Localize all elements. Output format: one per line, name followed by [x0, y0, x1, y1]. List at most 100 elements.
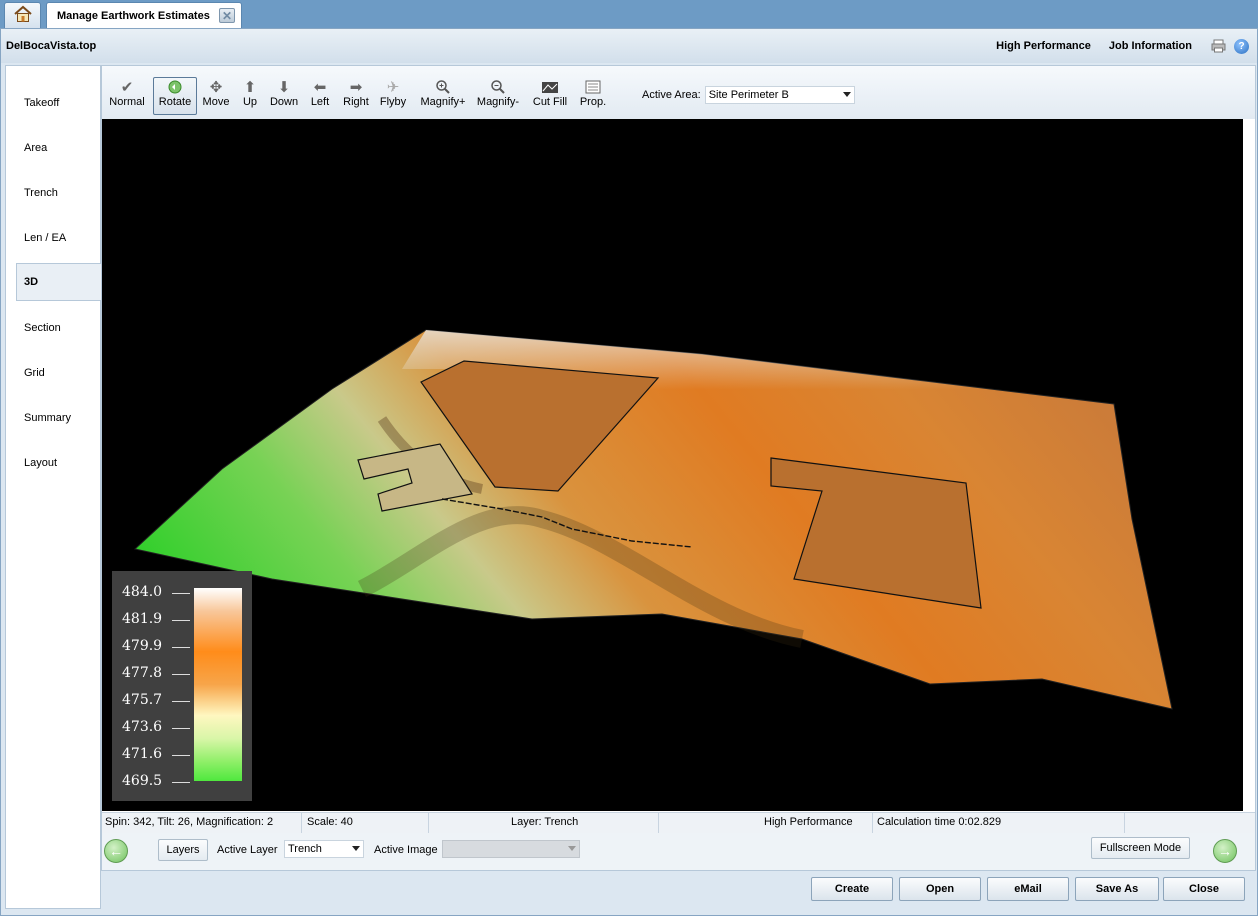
active-layer-label: Active Layer: [217, 844, 278, 856]
zoom-out-icon: [490, 78, 506, 96]
tool-down[interactable]: ⬇ Down: [266, 78, 302, 116]
layer-controls: ← Layers Active Layer Trench Active Imag…: [102, 833, 1255, 870]
sidebar-item-layout[interactable]: Layout: [6, 444, 102, 482]
sidebar-item-summary[interactable]: Summary: [6, 399, 102, 437]
legend-label: 469.5: [122, 773, 163, 789]
legend-tick: [172, 701, 190, 702]
active-layer-select[interactable]: Trench: [284, 840, 364, 858]
legend-tick: [172, 755, 190, 756]
legend-label: 471.6: [122, 746, 163, 762]
back-arrow-icon[interactable]: ←: [104, 839, 128, 863]
tool-magnify-plus[interactable]: Magnify+: [418, 78, 468, 116]
create-button[interactable]: Create: [811, 877, 893, 901]
active-area-select[interactable]: Site Perimeter B: [704, 86, 855, 104]
active-area-value: Site Perimeter B: [708, 89, 789, 101]
tool-flyby[interactable]: ✈ Flyby: [378, 78, 408, 116]
status-scale: Scale: 40: [307, 816, 353, 828]
legend-color-bar: [194, 588, 242, 781]
status-view: Spin: 342, Tilt: 26, Magnification: 2: [105, 816, 274, 828]
forward-arrow-icon[interactable]: →: [1213, 839, 1237, 863]
chevron-down-icon: [568, 846, 576, 851]
tool-label: Down: [269, 96, 299, 108]
help-icon[interactable]: ?: [1234, 38, 1249, 54]
sidebar-item-3d[interactable]: 3D: [16, 263, 102, 301]
status-bar: Spin: 342, Tilt: 26, Magnification: 2 Sc…: [102, 812, 1255, 834]
sidebar-item-takeoff[interactable]: Takeoff: [6, 84, 102, 122]
arrow-right-icon: ➡: [349, 79, 363, 96]
tool-rotate[interactable]: Rotate: [153, 77, 197, 115]
flyby-icon: ✈: [386, 79, 400, 96]
sidebar-item-label: Summary: [24, 412, 72, 424]
elevation-legend: 484.0 481.9 479.9 477.8 475.7 473.6 471.…: [112, 571, 252, 801]
tool-normal[interactable]: ✔ Normal: [108, 78, 146, 116]
legend-tick: [172, 620, 190, 621]
sidebar-item-len-ea[interactable]: Len / EA: [6, 219, 102, 257]
workspace: DelBocaVista.top High Performance Job In…: [0, 28, 1258, 916]
tool-label: Normal: [109, 96, 145, 108]
tool-label: Magnify-: [476, 96, 520, 108]
legend-tick: [172, 593, 190, 594]
sidebar-item-label: Section: [24, 322, 61, 334]
tool-move[interactable]: ✥ Move: [200, 78, 232, 116]
terrain-3d-viewport[interactable]: 484.0 481.9 479.9 477.8 475.7 473.6 471.…: [102, 119, 1243, 811]
legend-tick: [172, 728, 190, 729]
arrow-up-icon: ⬆: [243, 79, 257, 96]
tool-up[interactable]: ⬆ Up: [240, 78, 260, 116]
legend-label: 484.0: [122, 584, 163, 600]
sidebar-item-section[interactable]: Section: [6, 309, 102, 347]
high-performance-link[interactable]: High Performance: [996, 40, 1091, 52]
tab-label: Manage Earthwork Estimates: [57, 9, 210, 22]
email-button[interactable]: eMail: [987, 877, 1069, 901]
properties-icon: [585, 78, 601, 96]
open-button[interactable]: Open: [899, 877, 981, 901]
arrow-left-icon: ⬅: [313, 79, 327, 96]
close-icon[interactable]: ✕: [219, 8, 235, 23]
tool-left[interactable]: ⬅ Left: [308, 78, 332, 116]
header: DelBocaVista.top High Performance Job In…: [1, 29, 1257, 63]
tool-label: Rotate: [158, 96, 192, 108]
active-area-control: Active Area: Site Perimeter B: [642, 86, 855, 104]
print-icon[interactable]: [1210, 38, 1226, 54]
legend-label: 473.6: [122, 719, 163, 735]
cut-fill-icon: [541, 78, 559, 96]
move-icon: ✥: [209, 79, 223, 96]
sidebar-item-area[interactable]: Area: [6, 129, 102, 167]
sidebar-item-grid[interactable]: Grid: [6, 354, 102, 392]
tab-manage-earthwork[interactable]: Manage Earthwork Estimates ✕: [46, 2, 242, 28]
active-layer-value: Trench: [288, 843, 322, 855]
chevron-down-icon: [352, 846, 360, 851]
tool-label: Left: [310, 96, 330, 108]
tool-label: Move: [202, 96, 230, 108]
tool-label: Flyby: [379, 96, 407, 108]
tool-magnify-minus[interactable]: Magnify-: [474, 78, 522, 116]
sidebar-item-label: Takeoff: [24, 97, 60, 109]
sidebar-item-label: Area: [24, 142, 48, 154]
job-information-link[interactable]: Job Information: [1109, 40, 1192, 52]
layers-button[interactable]: Layers: [158, 839, 208, 861]
terrain-surface: [133, 329, 1173, 710]
active-image-select[interactable]: [442, 840, 580, 858]
close-button[interactable]: Close: [1163, 877, 1245, 901]
sidebar-item-label: Layout: [24, 457, 58, 469]
tool-label: Right: [343, 96, 369, 108]
sidebar-item-label: 3D: [24, 276, 39, 288]
save-as-button[interactable]: Save As: [1075, 877, 1159, 901]
tool-right[interactable]: ➡ Right: [342, 78, 370, 116]
file-name: DelBocaVista.top: [6, 40, 97, 52]
toolbar: ✔ Normal Rotate ✥ Move ⬆ Up ⬇ Down ⬅ Lef…: [102, 66, 1255, 119]
sidebar-item-trench[interactable]: Trench: [6, 174, 102, 212]
tool-cut-fill[interactable]: Cut Fill: [532, 78, 568, 116]
tool-properties[interactable]: Prop.: [578, 78, 608, 116]
tool-label: Up: [242, 96, 258, 108]
tool-label: Cut Fill: [532, 96, 568, 108]
fullscreen-mode-button[interactable]: Fullscreen Mode: [1091, 837, 1190, 859]
legend-label: 475.7: [122, 692, 163, 708]
legend-label: 481.9: [122, 611, 163, 627]
sidebar-item-label: Len / EA: [24, 232, 67, 244]
tool-label: Magnify+: [420, 96, 466, 108]
status-layer: Layer: Trench: [511, 816, 579, 828]
status-calc-time: Calculation time 0:02.829: [877, 816, 1002, 828]
zoom-in-icon: [435, 78, 451, 96]
legend-tick: [172, 782, 190, 783]
home-tab[interactable]: [4, 2, 41, 28]
